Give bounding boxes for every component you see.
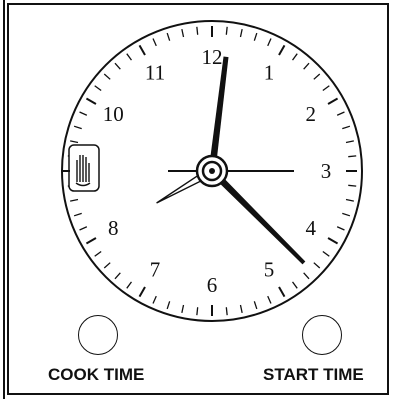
start-time-knob[interactable] bbox=[302, 315, 342, 355]
clock-number-12: 12 bbox=[202, 45, 223, 69]
clock-number-10: 10 bbox=[103, 102, 124, 126]
clock-number-8: 8 bbox=[108, 216, 119, 240]
clock-number-4: 4 bbox=[305, 216, 316, 240]
start-time-label: START TIME bbox=[263, 365, 364, 384]
minute-tick bbox=[225, 307, 228, 316]
clock-number-11: 11 bbox=[145, 60, 165, 84]
clock-number-7: 7 bbox=[150, 258, 161, 282]
cook-time-label: COOK TIME bbox=[48, 365, 145, 384]
minute-tick bbox=[348, 184, 357, 187]
clock-number-3: 3 bbox=[321, 159, 332, 183]
minute-tick bbox=[348, 155, 357, 158]
clock-number-1: 1 bbox=[264, 60, 275, 84]
minute-tick bbox=[225, 26, 228, 35]
cook-time-knob[interactable] bbox=[78, 315, 118, 355]
center-hub-icon bbox=[195, 154, 229, 188]
minute-tick bbox=[196, 26, 199, 35]
minute-tick bbox=[196, 307, 199, 316]
clock-number-6: 6 bbox=[207, 273, 218, 297]
clock-number-2: 2 bbox=[305, 102, 316, 126]
clock-number-5: 5 bbox=[264, 258, 275, 282]
